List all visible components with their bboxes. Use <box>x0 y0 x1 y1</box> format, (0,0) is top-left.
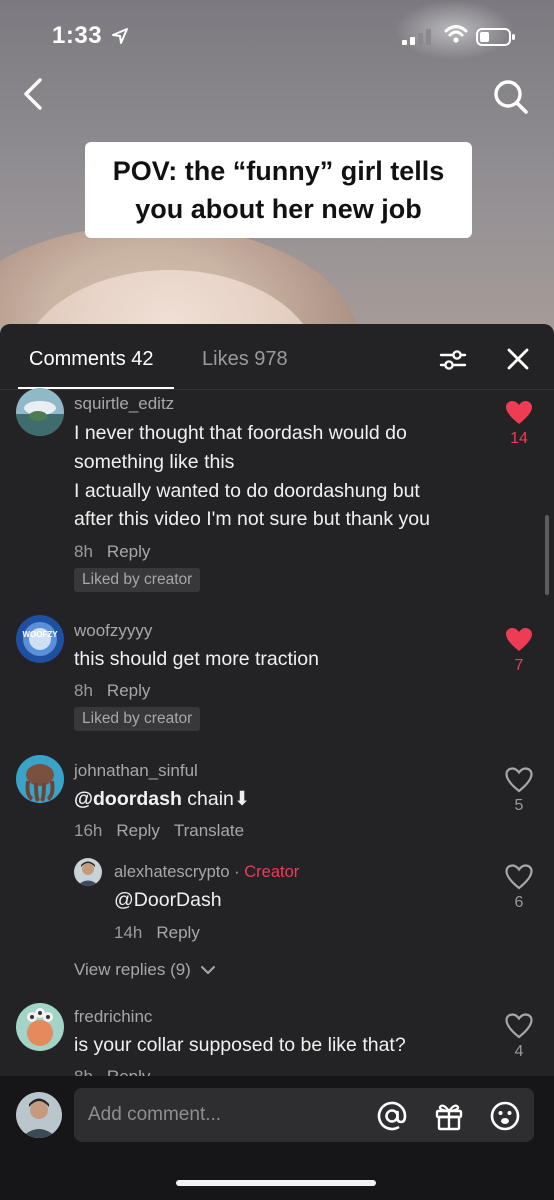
like-count: 6 <box>514 894 524 911</box>
status-bar: 1:33 <box>0 0 554 74</box>
avatar[interactable] <box>74 858 102 886</box>
comment-meta: 8h Reply <box>74 681 150 701</box>
my-avatar <box>16 1092 62 1138</box>
avatar[interactable] <box>16 388 64 436</box>
close-icon[interactable] <box>505 346 531 372</box>
avatar[interactable] <box>16 755 64 803</box>
comment-text-line: @doordash chain⬇ <box>74 785 250 814</box>
heart-outline-icon <box>505 864 533 890</box>
search-icon[interactable] <box>490 76 530 116</box>
comment-text-line: after this video I'm not sure but thank … <box>74 508 430 530</box>
comment-item: fredrichinc is your collar supposed to b… <box>0 1003 554 1079</box>
comment-username[interactable]: squirtle_editz <box>74 394 174 414</box>
like-count: 5 <box>514 797 524 814</box>
caption-line-1: POV: the “funny” girl tells <box>112 156 445 186</box>
like-button[interactable]: 7 <box>500 627 538 675</box>
comment-text-line: I never thought that foordash would do <box>74 422 407 444</box>
reply-button[interactable]: Reply <box>156 923 199 942</box>
gift-icon[interactable] <box>433 1100 465 1132</box>
like-count: 4 <box>514 1043 524 1060</box>
reply-button[interactable]: Reply <box>107 681 150 700</box>
chevron-down-icon <box>200 966 215 974</box>
emoji-icon[interactable] <box>489 1100 521 1132</box>
like-count: 14 <box>510 430 528 447</box>
mention-link[interactable]: @doordash <box>74 788 182 810</box>
comment-username[interactable]: johnathan_sinful <box>74 761 198 781</box>
comment-text-line: this should get more traction <box>74 648 319 670</box>
comment-time: 8h <box>74 542 93 561</box>
comment-meta: 16h Reply Translate <box>74 821 244 841</box>
reply-time: 14h <box>114 923 143 942</box>
heart-outline-icon <box>505 767 533 793</box>
reply-button[interactable]: Reply <box>107 542 150 561</box>
signal-icon <box>402 29 431 45</box>
status-time: 1:33 <box>52 22 103 49</box>
heart-icon <box>506 628 532 651</box>
back-chevron-icon[interactable] <box>18 76 50 112</box>
add-comment-input[interactable] <box>74 1088 534 1142</box>
reply-button[interactable]: Reply <box>116 821 159 840</box>
comment-text-line: I actually wanted to do doordashung but <box>74 480 420 502</box>
avatar[interactable] <box>16 1003 64 1051</box>
filter-sliders-icon[interactable] <box>439 346 467 374</box>
location-arrow-icon <box>112 28 128 44</box>
liked-by-creator-badge: Liked by creator <box>74 707 201 731</box>
comment-item: WOOFZY woofzyyyy this should get more tr… <box>0 615 554 735</box>
wifi-icon <box>444 25 468 43</box>
heart-icon <box>506 401 532 424</box>
panel-tabs: Comments 42 Likes 978 <box>0 324 554 390</box>
tab-comments[interactable]: Comments 42 <box>29 348 154 371</box>
at-sign-icon[interactable] <box>376 1100 408 1132</box>
creator-tag: Creator <box>244 863 300 881</box>
reply-username-row: alexhatescrypto · Creator <box>114 863 300 881</box>
avatar[interactable]: WOOFZY <box>16 615 64 663</box>
comment-text-line: is your collar supposed to be like that? <box>74 1034 406 1056</box>
comment-text-rest: chain⬇ <box>181 788 251 810</box>
liked-by-creator-badge: Liked by creator <box>74 568 201 592</box>
tab-likes[interactable]: Likes 978 <box>202 348 288 371</box>
caption-line-2: you about her new job <box>135 194 422 224</box>
like-count: 7 <box>514 657 524 674</box>
mention-link[interactable]: @DoorDash <box>114 886 222 915</box>
comment-meta: 8h Reply <box>74 542 150 562</box>
view-replies-button[interactable]: View replies (9) <box>74 960 216 980</box>
comment-item: johnathan_sinful @doordash chain⬇ 16h Rep… <box>0 755 554 845</box>
comment-time: 16h <box>74 821 103 840</box>
like-button[interactable]: 6 <box>500 864 538 912</box>
reply-username[interactable]: alexhatescrypto <box>114 863 230 881</box>
comment-item: squirtle_editz I never thought that foor… <box>0 388 554 598</box>
like-button[interactable]: 14 <box>500 400 538 448</box>
comment-username[interactable]: fredrichinc <box>74 1007 152 1027</box>
like-button[interactable]: 5 <box>500 767 538 815</box>
heart-outline-icon <box>505 1013 533 1039</box>
comments-scrollbar[interactable] <box>545 515 549 595</box>
battery-icon <box>476 28 515 46</box>
reply-item: alexhatescrypto · Creator @DoorDash 14h R… <box>0 858 554 948</box>
comment-username[interactable]: woofzyyyy <box>74 621 152 641</box>
like-button[interactable]: 4 <box>500 1013 538 1061</box>
svg-text:WOOFZY: WOOFZY <box>22 630 58 639</box>
home-indicator <box>176 1180 376 1186</box>
translate-button[interactable]: Translate <box>174 821 244 840</box>
video-caption: POV: the “funny” girl tells you about he… <box>85 142 472 238</box>
reply-meta: 14h Reply <box>114 923 200 943</box>
comment-time: 8h <box>74 681 93 700</box>
comment-text-line: something like this <box>74 451 235 473</box>
